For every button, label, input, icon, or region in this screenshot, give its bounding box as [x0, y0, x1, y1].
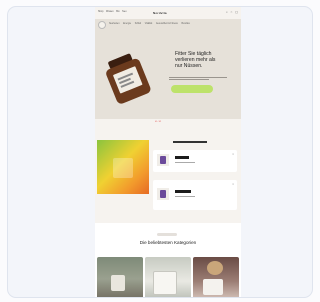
- promo-image[interactable]: [97, 140, 149, 194]
- round-logo-icon[interactable]: [98, 21, 106, 29]
- page-preview: Shop Wissen Bio Neu Nordvita ⌕ ○ ▢ Neuhe…: [95, 7, 241, 297]
- category-tile[interactable]: [193, 257, 239, 297]
- category-links: Neuheiten Energie Schlaf Vitalität Gesun…: [109, 23, 193, 25]
- cart-icon[interactable]: ▢: [235, 10, 238, 14]
- product-card[interactable]: ×: [153, 180, 237, 210]
- category-link[interactable]: Gesundheit & Fitness: [156, 23, 178, 25]
- category-link[interactable]: Bundles: [181, 23, 189, 25]
- category-link[interactable]: Schlaf: [135, 23, 141, 25]
- product-name: [175, 156, 189, 159]
- hero-pager[interactable]: 01 / 02: [155, 121, 161, 123]
- close-icon[interactable]: ×: [232, 182, 234, 186]
- category-tile[interactable]: [145, 257, 191, 297]
- nav-links: Shop Wissen Bio Neu: [98, 11, 128, 13]
- promo-section: × ×: [95, 130, 241, 222]
- search-icon[interactable]: ⌕: [226, 10, 228, 14]
- section-heading: [173, 141, 207, 143]
- category-tile[interactable]: [97, 257, 143, 297]
- nav-icons: ⌕ ○ ▢: [224, 10, 238, 14]
- section-title: Die beliebtesten Kategorien: [139, 240, 197, 245]
- product-meta: [175, 196, 195, 197]
- categories-section: Die beliebtesten Kategorien: [95, 223, 241, 297]
- product-meta: [175, 162, 195, 163]
- hero-banner: Neuheiten Energie Schlaf Vitalität Gesun…: [95, 19, 241, 123]
- hero-headline: Fitter Sie täglich verlieren mehr als nu…: [175, 51, 237, 69]
- brand-logo[interactable]: Nordvita: [153, 11, 167, 15]
- preview-card: Shop Wissen Bio Neu Nordvita ⌕ ○ ▢ Neuhe…: [7, 6, 313, 298]
- category-link[interactable]: Energie: [123, 23, 131, 25]
- top-nav: Shop Wissen Bio Neu Nordvita ⌕ ○ ▢: [95, 10, 241, 18]
- category-link[interactable]: Vitalität: [145, 23, 153, 25]
- category-nav: Neuheiten Energie Schlaf Vitalität Gesun…: [95, 21, 241, 29]
- hero-headline-line: nur Nüssen.: [175, 63, 203, 69]
- product-name: [175, 190, 191, 193]
- account-icon[interactable]: ○: [231, 10, 233, 14]
- hero-cta-button[interactable]: [171, 85, 213, 93]
- product-jar-image: [100, 50, 154, 106]
- product-thumbnail: [157, 188, 169, 200]
- category-link[interactable]: Neuheiten: [109, 23, 119, 25]
- nav-link[interactable]: Wissen: [106, 11, 114, 13]
- product-thumbnail: [157, 154, 169, 166]
- nav-link[interactable]: Shop: [98, 11, 103, 13]
- nav-link[interactable]: Bio: [116, 11, 119, 13]
- close-icon[interactable]: ×: [232, 152, 234, 156]
- section-pill: [157, 233, 177, 236]
- product-card[interactable]: ×: [153, 150, 237, 172]
- category-tiles: [97, 257, 239, 297]
- hero-subtext: [169, 77, 235, 81]
- nav-link[interactable]: Neu: [122, 11, 126, 13]
